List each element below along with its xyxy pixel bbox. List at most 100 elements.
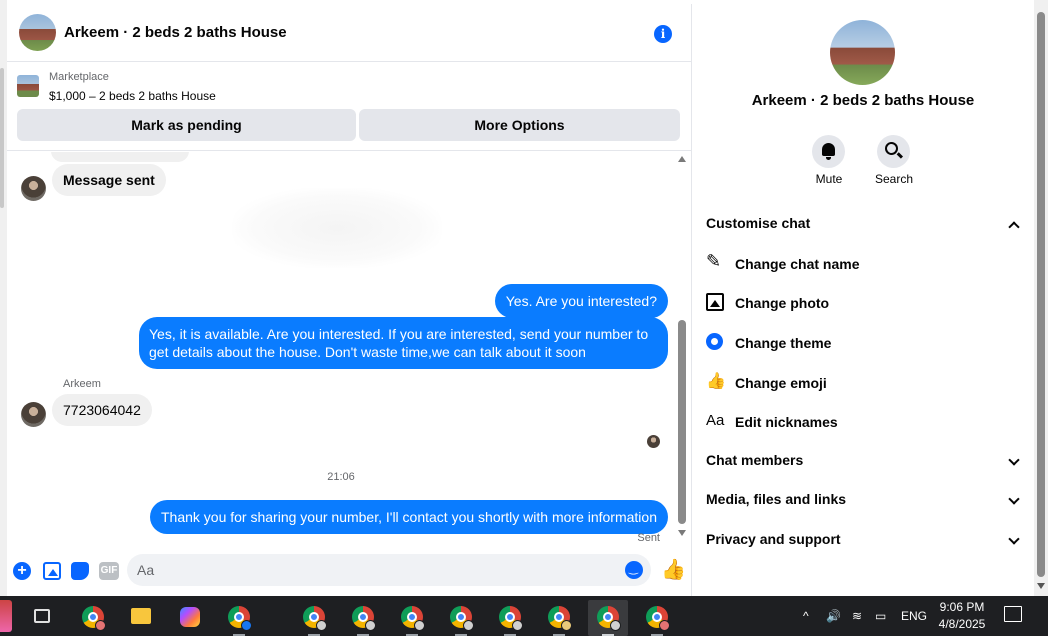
profile-badge-icon xyxy=(610,620,621,631)
language-indicator[interactable]: ENG xyxy=(901,596,927,636)
message-bubble-outgoing: Yes, it is available. Are you interested… xyxy=(139,317,668,369)
like-icon[interactable]: 👍 xyxy=(661,560,686,580)
message-bubble-outgoing: Thank you for sharing your number, I'll … xyxy=(149,500,668,534)
message-scrollbar-thumb[interactable] xyxy=(678,320,686,524)
previous-message-bubble xyxy=(51,152,189,162)
system-clock[interactable]: 9:06 PM 4/8/2025 xyxy=(930,599,994,633)
profile-badge-icon xyxy=(561,620,572,631)
chat-members-section[interactable]: Chat members xyxy=(706,452,1022,474)
battery-icon[interactable]: ▭ xyxy=(875,596,886,636)
chevron-down-icon xyxy=(1008,454,1020,466)
taskbar-chrome-facebook[interactable] xyxy=(219,600,259,636)
task-view-button[interactable] xyxy=(22,600,62,636)
facebook-badge-icon xyxy=(241,620,252,631)
chevron-down-icon xyxy=(1008,533,1020,545)
listing-title[interactable]: $1,000 – 2 beds 2 baths House xyxy=(49,89,216,103)
copilot-icon xyxy=(180,607,200,627)
thumbs-up-icon xyxy=(706,371,726,391)
privacy-support-label: Privacy and support xyxy=(706,531,841,547)
taskbar-chrome-profile-6[interactable] xyxy=(490,600,530,636)
clock-time: 9:06 PM xyxy=(939,600,985,614)
taskbar-chrome-profile-7[interactable] xyxy=(539,600,579,636)
taskbar-chrome-profile-3[interactable] xyxy=(343,600,383,636)
media-files-links-section[interactable]: Media, files and links xyxy=(706,491,1022,513)
customise-chat-section[interactable]: Customise chat xyxy=(706,215,1022,237)
listing-thumbnail[interactable] xyxy=(17,75,39,97)
bell-icon xyxy=(822,143,835,160)
faded-background-shape xyxy=(232,188,442,268)
change-theme-label: Change theme xyxy=(735,335,832,351)
taskbar-chrome-profile-1[interactable] xyxy=(73,600,113,636)
taskbar-copilot[interactable] xyxy=(170,600,210,636)
chevron-up-icon xyxy=(1008,221,1020,233)
scroll-down-arrow-icon[interactable] xyxy=(1037,583,1045,589)
left-scrollbar[interactable] xyxy=(0,0,7,596)
profile-badge-icon xyxy=(659,620,670,631)
marketplace-label: Marketplace xyxy=(49,71,109,83)
search-icon xyxy=(885,142,898,155)
change-theme-item[interactable]: Change theme xyxy=(706,333,1022,355)
taskbar-chrome-profile-5[interactable] xyxy=(441,600,481,636)
profile-badge-icon xyxy=(95,620,106,631)
task-view-icon xyxy=(34,609,50,623)
sent-status: Sent xyxy=(637,532,660,544)
text-aa-icon: Aa xyxy=(706,412,725,429)
info-icon[interactable]: i xyxy=(654,25,672,43)
chat-title[interactable]: Arkeem · 2 beds 2 baths House xyxy=(64,24,287,41)
message-input[interactable] xyxy=(137,554,607,586)
taskbar-chrome-profile-8[interactable] xyxy=(637,600,677,636)
emoji-icon[interactable] xyxy=(625,561,643,579)
change-photo-label: Change photo xyxy=(735,295,830,311)
gif-icon[interactable]: GIF xyxy=(99,562,119,580)
taskbar-chrome-active[interactable] xyxy=(588,600,628,636)
profile-badge-icon xyxy=(316,620,327,631)
edit-nicknames-item[interactable]: Aa Edit nicknames xyxy=(706,412,1022,434)
message-list[interactable]: Message sent Yes. Are you interested? Ye… xyxy=(7,152,692,546)
taskbar-chrome-profile-4[interactable] xyxy=(392,600,432,636)
composer: + GIF 👍 xyxy=(7,550,692,594)
show-hidden-icons-chevron-icon[interactable]: ^ xyxy=(803,596,809,636)
mute-button[interactable] xyxy=(812,135,845,168)
chat-members-label: Chat members xyxy=(706,452,804,468)
chat-avatar[interactable] xyxy=(19,14,56,51)
sender-avatar[interactable] xyxy=(21,176,46,201)
notification-center-icon[interactable] xyxy=(1004,606,1022,622)
profile-badge-icon xyxy=(414,620,425,631)
conversation-avatar[interactable] xyxy=(830,20,895,85)
start-app-icon[interactable] xyxy=(0,600,12,632)
edit-nicknames-label: Edit nicknames xyxy=(735,414,838,430)
wifi-icon[interactable]: ≋ xyxy=(852,596,862,636)
marketplace-banner: Marketplace $1,000 – 2 beds 2 baths Hous… xyxy=(7,63,692,151)
mute-label: Mute xyxy=(815,172,843,186)
chat-panel: Arkeem · 2 beds 2 baths House i Marketpl… xyxy=(7,4,692,596)
sender-avatar[interactable] xyxy=(21,402,46,427)
seen-receipt-avatar xyxy=(647,435,660,448)
photo-icon xyxy=(706,293,724,311)
change-emoji-item[interactable]: Change emoji xyxy=(706,371,1022,395)
more-options-button[interactable]: More Options xyxy=(359,109,680,141)
search-label: Search xyxy=(874,172,914,186)
attach-photo-icon[interactable] xyxy=(43,562,61,580)
message-scrollbar[interactable] xyxy=(678,152,690,542)
search-button[interactable] xyxy=(877,135,910,168)
message-bubble-incoming: 7723064042 xyxy=(52,394,152,426)
privacy-support-section[interactable]: Privacy and support xyxy=(706,531,1022,553)
scroll-up-arrow-icon[interactable] xyxy=(678,156,686,162)
scroll-down-arrow-icon[interactable] xyxy=(678,530,686,536)
sticker-icon[interactable] xyxy=(71,562,89,580)
message-input-box[interactable] xyxy=(127,554,651,586)
change-chat-name-item[interactable]: Change chat name xyxy=(706,251,1022,276)
taskbar-chrome-profile-2[interactable] xyxy=(294,600,334,636)
media-files-links-label: Media, files and links xyxy=(706,491,847,507)
sender-name: Arkeem xyxy=(63,378,101,390)
volume-icon[interactable]: 🔊 xyxy=(826,596,841,636)
plus-icon[interactable]: + xyxy=(13,562,31,580)
mark-as-pending-button[interactable]: Mark as pending xyxy=(17,109,356,141)
left-scrollbar-thumb[interactable] xyxy=(0,68,4,208)
folder-icon xyxy=(131,608,151,624)
window-scrollbar[interactable] xyxy=(1034,0,1048,596)
customise-chat-label: Customise chat xyxy=(706,215,811,231)
change-photo-item[interactable]: Change photo xyxy=(706,293,1022,315)
taskbar-file-explorer[interactable] xyxy=(121,600,161,636)
window-scrollbar-thumb[interactable] xyxy=(1037,12,1045,577)
